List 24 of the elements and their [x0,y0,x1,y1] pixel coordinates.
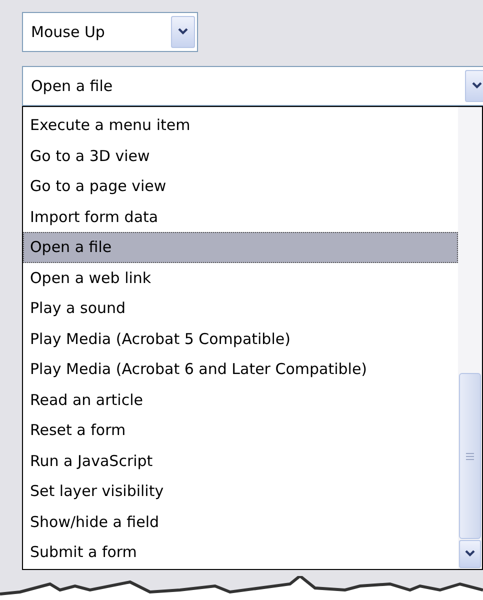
dropdown-option[interactable]: Submit a form [23,537,458,568]
dropdown-option[interactable]: Play Media (Acrobat 5 Compatible) [23,324,458,354]
chevron-down-icon [465,550,475,558]
scroll-down-button[interactable] [459,540,481,568]
dropdown-option[interactable]: Show/hide a field [23,506,458,537]
scrollbar[interactable] [458,107,482,569]
dropdown-option[interactable]: Run a JavaScript [23,446,458,476]
dropdown-option[interactable]: Import form data [23,202,458,232]
dropdown-option[interactable]: Reset a form [23,415,458,446]
dropdown-option[interactable]: Open a file [23,232,458,262]
dropdown-option[interactable]: Play Media (Acrobat 6 and Later Compatible) [23,354,458,384]
dropdown-option[interactable]: Execute a menu item [23,110,458,140]
action-dropdown[interactable]: Open a file [22,66,483,106]
dropdown-option[interactable]: Play a sound [23,293,458,324]
dropdown-option[interactable]: Open a web link [23,262,458,293]
scrollbar-thumb[interactable] [459,373,481,539]
dropdown-option[interactable]: Read an article [23,384,458,415]
event-dropdown[interactable]: Mouse Up [22,12,198,52]
grip-icon [466,452,474,460]
chevron-down-icon [472,82,482,90]
dropdown-option[interactable]: Set layer visibility [23,476,458,506]
dropdown-option[interactable]: Go to a 3D view [23,140,458,171]
chevron-down-icon [178,28,188,36]
dropdown-option[interactable]: Go to a page view [23,171,458,202]
